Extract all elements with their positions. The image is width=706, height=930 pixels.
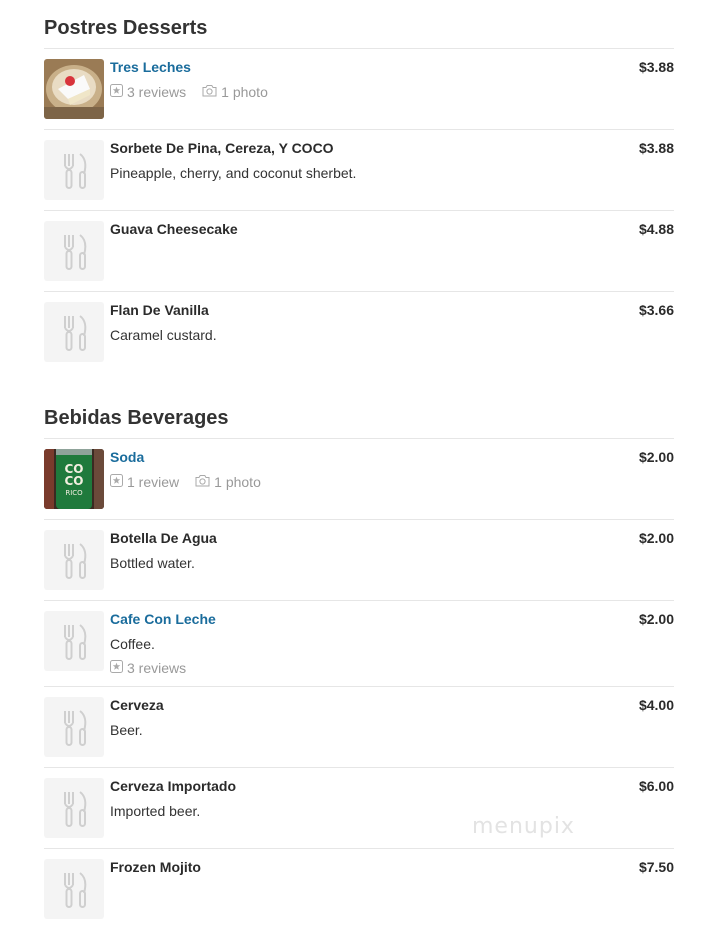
item-description: Coffee. — [110, 636, 155, 652]
item-name: Botella De Agua — [110, 530, 217, 546]
item-name: Flan De Vanilla — [110, 302, 209, 318]
item-price: $2.00 — [638, 530, 674, 546]
fork-knife-icon — [44, 530, 104, 590]
menu-item-cerveza[interactable]: Cerveza Beer. $4.00 — [44, 687, 674, 768]
item-name: Cerveza — [110, 697, 164, 713]
star-icon — [110, 473, 123, 491]
item-name: Guava Cheesecake — [110, 221, 238, 237]
item-price: $3.66 — [638, 302, 674, 318]
item-name: Sorbete De Pina, Cereza, Y COCO — [110, 140, 334, 156]
item-meta: 3 reviews — [110, 659, 202, 677]
item-description: Pineapple, cherry, and coconut sherbet. — [110, 165, 357, 181]
item-price: $3.88 — [638, 140, 674, 156]
item-description: Caramel custard. — [110, 327, 217, 343]
fork-knife-icon — [44, 140, 104, 200]
star-icon — [110, 659, 123, 677]
menu: Postres Desserts Tres Leches 3 reviews 1… — [44, 0, 674, 930]
item-name: Cerveza Importado — [110, 778, 237, 794]
item-description: Beer. — [110, 722, 143, 738]
item-photo-soda[interactable]: CO CO RICO — [44, 449, 104, 509]
item-name[interactable]: Soda — [110, 449, 144, 466]
reviews-link[interactable]: 1 review — [110, 473, 179, 491]
fork-knife-icon — [44, 697, 104, 757]
item-name[interactable]: Cafe Con Leche — [110, 611, 216, 628]
item-description: Imported beer. — [110, 803, 201, 819]
section-title-beverages: Bebidas Beverages — [44, 390, 674, 439]
item-name[interactable]: Tres Leches — [110, 59, 191, 76]
fork-knife-icon — [44, 302, 104, 362]
item-price: $2.00 — [638, 611, 674, 627]
menu-item-cerveza-importado[interactable]: Cerveza Importado Imported beer. $6.00 — [44, 768, 674, 849]
menu-item-guava-cheesecake[interactable]: Guava Cheesecake $4.88 — [44, 211, 674, 292]
fork-knife-icon — [44, 221, 104, 281]
item-price: $3.88 — [638, 59, 674, 75]
fork-knife-icon — [44, 859, 104, 919]
svg-text:CO: CO — [64, 474, 83, 488]
item-photo-tres-leches[interactable] — [44, 59, 104, 119]
reviews-link[interactable]: 3 reviews — [110, 83, 186, 101]
menu-item-frozen-mojito[interactable]: Frozen Mojito $7.50 — [44, 849, 674, 930]
star-icon — [110, 83, 123, 101]
watermark-logo: menupix — [472, 814, 575, 839]
camera-icon — [195, 473, 210, 491]
item-name: Frozen Mojito — [110, 859, 201, 875]
item-price: $4.88 — [638, 221, 674, 237]
item-meta: 1 review 1 photo — [110, 473, 277, 491]
item-price: $7.50 — [638, 859, 674, 875]
svg-text:RICO: RICO — [65, 489, 83, 497]
item-meta: 3 reviews 1 photo — [110, 83, 284, 101]
camera-icon — [202, 83, 217, 101]
menu-item-flan[interactable]: Flan De Vanilla Caramel custard. $3.66 — [44, 292, 674, 373]
item-price: $6.00 — [638, 778, 674, 794]
menu-item-soda[interactable]: CO CO RICO Soda 1 review 1 photo $2.00 — [44, 439, 674, 520]
menu-item-tres-leches[interactable]: Tres Leches 3 reviews 1 photo $3.88 — [44, 49, 674, 130]
menu-item-sorbete[interactable]: Sorbete De Pina, Cereza, Y COCO Pineappl… — [44, 130, 674, 211]
menu-item-botella-de-agua[interactable]: Botella De Agua Bottled water. $2.00 — [44, 520, 674, 601]
item-description: Bottled water. — [110, 555, 195, 571]
fork-knife-icon — [44, 611, 104, 671]
photos-link[interactable]: 1 photo — [195, 473, 261, 491]
item-price: $2.00 — [638, 449, 674, 465]
menu-item-cafe-con-leche[interactable]: Cafe Con Leche Coffee. 3 reviews $2.00 — [44, 601, 674, 687]
reviews-link[interactable]: 3 reviews — [110, 659, 186, 677]
photos-link[interactable]: 1 photo — [202, 83, 268, 101]
item-price: $4.00 — [638, 697, 674, 713]
fork-knife-icon — [44, 778, 104, 838]
section-title-desserts: Postres Desserts — [44, 0, 674, 49]
